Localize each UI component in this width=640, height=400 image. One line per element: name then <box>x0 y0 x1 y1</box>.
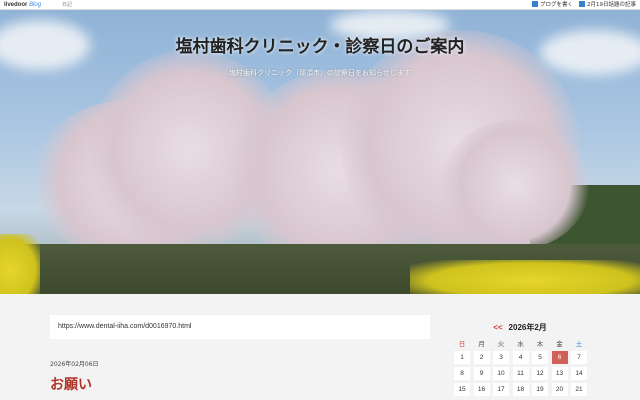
header-banner-image: 塩村歯科クリニック・診察日のご案内 塩村歯科クリニック（那須市）の診察日をお知ら… <box>0 10 640 294</box>
calendar-weekday: 木 <box>536 341 544 348</box>
calendar-weekday: 月 <box>478 341 485 348</box>
calendar-day[interactable]: 3 <box>493 351 509 364</box>
write-blog-link[interactable]: ブログを書く <box>531 0 573 10</box>
calendar-day[interactable]: 8 <box>454 367 470 380</box>
post-title[interactable]: お願い <box>50 374 92 394</box>
pencil-icon <box>531 1 538 7</box>
calendar-day[interactable]: 21 <box>571 383 587 396</box>
calendar-day[interactable]: 4 <box>512 351 529 364</box>
calendar-day[interactable]: 13 <box>551 367 568 380</box>
calendar-day[interactable]: 11 <box>512 367 529 380</box>
calendar-day[interactable]: 15 <box>454 383 470 396</box>
site-description: 塩村歯科クリニック（那須市）の診察日をお知らせします <box>229 69 411 77</box>
calendar-day[interactable]: 10 <box>493 367 509 380</box>
top-bar: livedoor Blog 日記 ブログを書く 2月19日話題の記事 <box>0 0 640 10</box>
calendar-weekday: 土 <box>575 341 583 348</box>
calendar-day[interactable]: 20 <box>551 383 568 396</box>
calendar-prev-button[interactable]: << <box>493 323 502 332</box>
calendar-day[interactable]: 7 <box>571 351 587 364</box>
calendar-day[interactable]: 9 <box>473 367 490 380</box>
trending-articles-link[interactable]: 2月19日話題の記事 <box>579 0 636 10</box>
calendar-day[interactable]: 19 <box>532 383 548 396</box>
calendar-weekday: 金 <box>556 341 563 348</box>
calendar-icon <box>579 1 585 7</box>
calendar-day[interactable]: 16 <box>473 383 490 396</box>
calendar-weekday: 日 <box>458 341 466 348</box>
calendar-weekday: 水 <box>517 341 524 348</box>
calendar-day[interactable]: 18 <box>512 383 529 396</box>
url-box[interactable]: https://www.dental-iiha.com/d0016970.htm… <box>50 315 430 339</box>
calendar-day[interactable]: 6 <box>551 351 568 364</box>
diary-link[interactable]: 日記 <box>62 0 72 10</box>
calendar-weekday: 火 <box>497 341 505 348</box>
post-date: 2026年02月06日 <box>50 361 99 368</box>
calendar-day[interactable]: 17 <box>493 383 509 396</box>
calendar-day[interactable]: 12 <box>532 367 548 380</box>
site-title[interactable]: 塩村歯科クリニック・診察日のご案内 <box>0 32 640 57</box>
calendar-month: 2026年2月 <box>508 323 547 332</box>
calendar-day[interactable]: 14 <box>571 367 587 380</box>
calendar-day[interactable]: 1 <box>454 351 470 364</box>
calendar-day[interactable]: 2 <box>473 351 490 364</box>
livedoor-blog-logo[interactable]: livedoor Blog <box>4 0 41 10</box>
calendar-widget: << 2026年2月 日月火水木金土 1 2 3 4 5 6 7 8 9 10 11 12 13 14 15 16… <box>450 322 590 396</box>
calendar-day[interactable]: 5 <box>532 351 548 364</box>
